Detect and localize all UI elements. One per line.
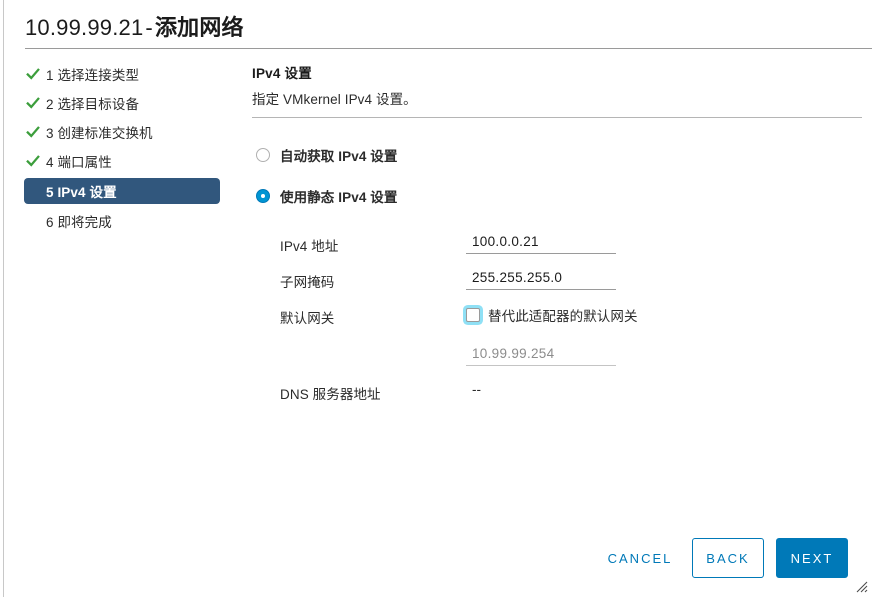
pane-subtitle: 指定 VMkernel IPv4 设置。 — [252, 92, 417, 107]
subnet-mask-label: 子网掩码 — [280, 275, 335, 290]
default-gateway-label: 默认网关 — [280, 311, 335, 326]
ipv4-mode-radio-group: 自动获取 IPv4 设置 使用静态 IPv4 设置 — [256, 144, 397, 226]
gateway-field-wrap — [466, 345, 616, 366]
wizard-step-2[interactable]: 2 选择目标设备 — [24, 91, 239, 115]
ipv4-address-input[interactable] — [466, 234, 616, 254]
form-row-ipv4-address: IPv4 地址 — [280, 233, 710, 269]
default-gateway-input[interactable] — [466, 346, 616, 366]
ipv4-settings-form: IPv4 地址 子网掩码 默认网关 替代此适配器的默认网关 DNS 服务器地址 … — [280, 233, 710, 411]
wizard-step-5[interactable]: 5 IPv4 设置 — [24, 178, 220, 204]
form-row-subnet-mask: 子网掩码 — [280, 269, 710, 305]
next-button[interactable]: NEXT — [776, 538, 848, 578]
wizard-footer: CANCEL BACK NEXT — [0, 538, 872, 580]
window-left-edge — [3, 0, 4, 597]
checkbox-unchecked-icon[interactable] — [466, 308, 480, 322]
wizard-step-2-label: 2 选择目标设备 — [46, 97, 140, 112]
radio-checked-icon[interactable] — [256, 189, 270, 203]
checkmark-icon — [26, 97, 40, 109]
override-gateway-checkbox-row[interactable]: 替代此适配器的默认网关 — [466, 305, 638, 325]
form-row-dns-servers: DNS 服务器地址 -- — [280, 381, 710, 411]
checkmark-icon — [26, 155, 40, 167]
override-gateway-label: 替代此适配器的默认网关 — [488, 309, 638, 324]
wizard-step-4[interactable]: 4 端口属性 — [24, 149, 239, 173]
checkmark-icon — [26, 126, 40, 138]
radio-option-dhcp-label: 自动获取 IPv4 设置 — [280, 149, 398, 164]
dns-servers-value-wrap: -- — [466, 381, 616, 399]
wizard-step-3[interactable]: 3 创建标准交换机 — [24, 120, 239, 144]
page-title-action: 添加网络 — [154, 15, 244, 40]
form-row-gateway-value — [280, 341, 710, 381]
ipv4-address-label: IPv4 地址 — [280, 239, 339, 254]
subnet-mask-field-wrap — [466, 269, 616, 290]
subnet-mask-input[interactable] — [466, 270, 616, 290]
header-divider — [25, 48, 872, 49]
pane-divider — [252, 117, 862, 118]
page-title: 10.99.99.21-添加网络 — [25, 10, 244, 42]
checkmark-icon — [26, 68, 40, 80]
resize-grip-icon[interactable] — [854, 579, 868, 593]
page-title-separator: - — [145, 15, 153, 40]
radio-option-static[interactable]: 使用静态 IPv4 设置 — [256, 185, 397, 207]
dns-servers-value: -- — [472, 382, 481, 397]
page-title-host: 10.99.99.21 — [25, 15, 144, 40]
wizard-step-5-label: 5 IPv4 设置 — [46, 185, 117, 200]
wizard-step-1[interactable]: 1 选择连接类型 — [24, 62, 239, 86]
wizard-step-1-label: 1 选择连接类型 — [46, 68, 140, 83]
wizard-step-6-label: 6 即将完成 — [46, 215, 112, 230]
back-button[interactable]: BACK — [692, 538, 764, 578]
radio-unchecked-icon[interactable] — [256, 148, 270, 162]
wizard-step-3-label: 3 创建标准交换机 — [46, 126, 153, 141]
dns-servers-label: DNS 服务器地址 — [280, 387, 381, 402]
ipv4-address-field-wrap — [466, 233, 616, 254]
radio-option-static-label: 使用静态 IPv4 设置 — [280, 190, 398, 205]
wizard-step-6[interactable]: 6 即将完成 — [24, 209, 239, 233]
cancel-button[interactable]: CANCEL — [600, 538, 680, 578]
form-row-default-gateway: 默认网关 替代此适配器的默认网关 — [280, 305, 710, 341]
wizard-step-4-label: 4 端口属性 — [46, 155, 112, 170]
content-pane: IPv4 设置 指定 VMkernel IPv4 设置。 — [252, 62, 862, 118]
radio-option-dhcp[interactable]: 自动获取 IPv4 设置 — [256, 144, 397, 166]
pane-title: IPv4 设置 — [252, 66, 312, 81]
wizard-steps-nav: 1 选择连接类型 2 选择目标设备 3 创建标准交换机 4 端口属性 5 IPv… — [24, 62, 239, 238]
